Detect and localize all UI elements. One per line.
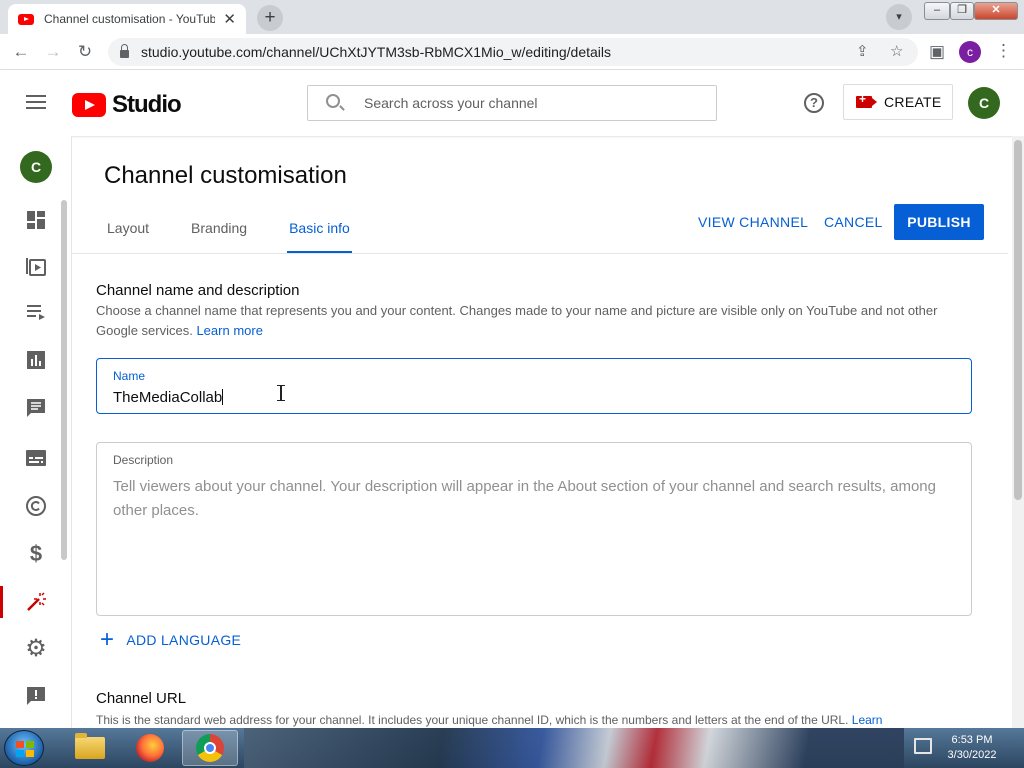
create-video-icon bbox=[856, 92, 877, 108]
channel-search[interactable] bbox=[307, 85, 717, 121]
gear-icon: ⚙ bbox=[25, 634, 47, 662]
maximize-window-button[interactable]: ❐ bbox=[950, 2, 974, 20]
channel-url-learn-link[interactable]: Learn bbox=[852, 713, 883, 727]
sidebar-item-customisation[interactable] bbox=[0, 580, 72, 624]
sidebar-item-settings[interactable]: ⚙ bbox=[0, 626, 72, 670]
bookmark-star-icon[interactable]: ☆ bbox=[890, 42, 903, 60]
tab-layout[interactable]: Layout bbox=[107, 220, 149, 254]
name-section-description: Choose a channel name that represents yo… bbox=[96, 301, 956, 341]
text-cursor-icon bbox=[277, 385, 285, 401]
plus-icon: + bbox=[100, 626, 115, 653]
sidebar-item-feedback[interactable] bbox=[0, 674, 72, 718]
publish-button[interactable]: PUBLISH bbox=[894, 204, 984, 240]
page-title: Channel customisation bbox=[104, 162, 347, 189]
name-section-title: Channel name and description bbox=[96, 282, 300, 299]
add-language-button[interactable]: + ADD LANGUAGE bbox=[100, 626, 242, 653]
tab-basic-info[interactable]: Basic info bbox=[287, 220, 352, 254]
customisation-tabs: Layout Branding Basic info bbox=[107, 220, 392, 254]
page-scrollbar[interactable] bbox=[1012, 136, 1024, 728]
browser-profile-avatar[interactable]: c bbox=[959, 41, 981, 63]
tab-title: Channel customisation - YouTube bbox=[44, 12, 216, 26]
folder-icon bbox=[75, 733, 105, 759]
close-tab-icon[interactable]: ✕ bbox=[223, 10, 236, 28]
tabs-divider bbox=[72, 253, 1008, 254]
main-content: Channel customisation Layout Branding Ba… bbox=[72, 136, 1012, 728]
browser-tab[interactable]: Channel customisation - YouTube ✕ bbox=[8, 4, 246, 34]
comments-icon bbox=[25, 397, 47, 419]
windows-logo-icon bbox=[16, 741, 34, 757]
create-button[interactable]: CREATE bbox=[843, 84, 953, 120]
channel-url-text: This is the standard web address for you… bbox=[96, 713, 849, 727]
channel-url-title: Channel URL bbox=[96, 690, 187, 707]
browser-menu-icon[interactable]: ⋮ bbox=[995, 41, 1012, 61]
view-channel-button[interactable]: VIEW CHANNEL bbox=[698, 214, 808, 230]
address-bar[interactable]: studio.youtube.com/channel/UChXtJYTM3sb-… bbox=[108, 38, 918, 66]
studio-header: Studio ? CREATE C bbox=[0, 70, 1024, 136]
desktop-wallpaper-strip bbox=[244, 728, 904, 768]
copyright-icon bbox=[25, 495, 47, 517]
lock-icon[interactable] bbox=[120, 44, 129, 58]
add-language-label: ADD LANGUAGE bbox=[126, 632, 242, 648]
chrome-icon bbox=[196, 734, 224, 762]
tab-branding[interactable]: Branding bbox=[191, 220, 247, 254]
close-window-button[interactable]: ✕ bbox=[974, 2, 1018, 20]
help-icon[interactable]: ? bbox=[804, 93, 824, 113]
browser-tab-strip: Channel customisation - YouTube ✕ + ▾ – … bbox=[0, 0, 1024, 34]
playlist-icon bbox=[25, 301, 47, 323]
taskbar-chrome[interactable] bbox=[182, 730, 238, 766]
cancel-button[interactable]: CANCEL bbox=[824, 214, 883, 230]
dollar-icon: $ bbox=[29, 541, 43, 566]
name-field-label: Name bbox=[113, 369, 146, 383]
browser-toolbar: ← → ↻ studio.youtube.com/channel/UChXtJY… bbox=[0, 34, 1024, 70]
description-field[interactable]: Description Tell viewers about your chan… bbox=[96, 442, 972, 616]
studio-logo[interactable]: Studio bbox=[72, 91, 182, 119]
network-icon[interactable] bbox=[914, 738, 932, 754]
forward-icon[interactable]: → bbox=[42, 41, 64, 63]
side-panel-icon[interactable]: ▣ bbox=[926, 41, 948, 63]
firefox-icon bbox=[136, 734, 164, 762]
channel-url-description: This is the standard web address for you… bbox=[96, 710, 996, 728]
account-avatar[interactable]: C bbox=[968, 87, 1000, 119]
learn-more-link[interactable]: Learn more bbox=[196, 323, 262, 338]
feedback-icon bbox=[25, 685, 47, 707]
minimize-window-button[interactable]: – bbox=[924, 2, 950, 20]
back-icon[interactable]: ← bbox=[10, 41, 32, 63]
youtube-logo-icon bbox=[72, 93, 106, 117]
menu-icon[interactable] bbox=[26, 95, 46, 109]
new-tab-button[interactable]: + bbox=[257, 5, 283, 31]
start-button[interactable] bbox=[4, 730, 44, 766]
search-input[interactable] bbox=[364, 92, 704, 114]
youtube-favicon-icon bbox=[18, 13, 34, 25]
url-text: studio.youtube.com/channel/UChXtJYTM3sb-… bbox=[141, 44, 611, 60]
taskbar-explorer[interactable] bbox=[62, 730, 118, 766]
name-field[interactable]: Name TheMediaCollab bbox=[96, 358, 972, 414]
share-icon[interactable]: ⇪ bbox=[856, 42, 869, 60]
scrollbar-thumb[interactable] bbox=[1014, 140, 1022, 500]
sidebar-scrollbar[interactable] bbox=[61, 200, 67, 560]
dashboard-icon bbox=[25, 209, 47, 231]
clock-date: 3/30/2022 bbox=[947, 749, 997, 761]
description-field-label: Description bbox=[113, 453, 174, 467]
logo-text: Studio bbox=[112, 91, 182, 118]
subtitles-icon bbox=[25, 447, 47, 469]
left-sidebar: C $ ⚙ bbox=[0, 136, 72, 728]
create-label: CREATE bbox=[884, 94, 942, 110]
windows-taskbar: 6:53 PM 3/30/2022 bbox=[0, 728, 1024, 768]
text-caret bbox=[222, 389, 224, 405]
reload-icon[interactable]: ↻ bbox=[74, 41, 96, 63]
search-icon bbox=[326, 94, 340, 108]
system-clock[interactable]: 6:53 PM 3/30/2022 bbox=[942, 733, 1002, 763]
tab-search-button[interactable]: ▾ bbox=[886, 4, 912, 30]
analytics-icon bbox=[25, 349, 47, 371]
description-textarea[interactable]: Tell viewers about your channel. Your de… bbox=[113, 475, 953, 523]
name-input[interactable]: TheMediaCollab bbox=[113, 389, 224, 406]
video-content-icon bbox=[25, 255, 47, 277]
magic-wand-icon bbox=[25, 591, 47, 613]
clock-time: 6:53 PM bbox=[951, 734, 993, 746]
name-value: TheMediaCollab bbox=[113, 389, 223, 406]
taskbar-firefox[interactable] bbox=[122, 730, 178, 766]
channel-avatar[interactable]: C bbox=[20, 151, 52, 183]
